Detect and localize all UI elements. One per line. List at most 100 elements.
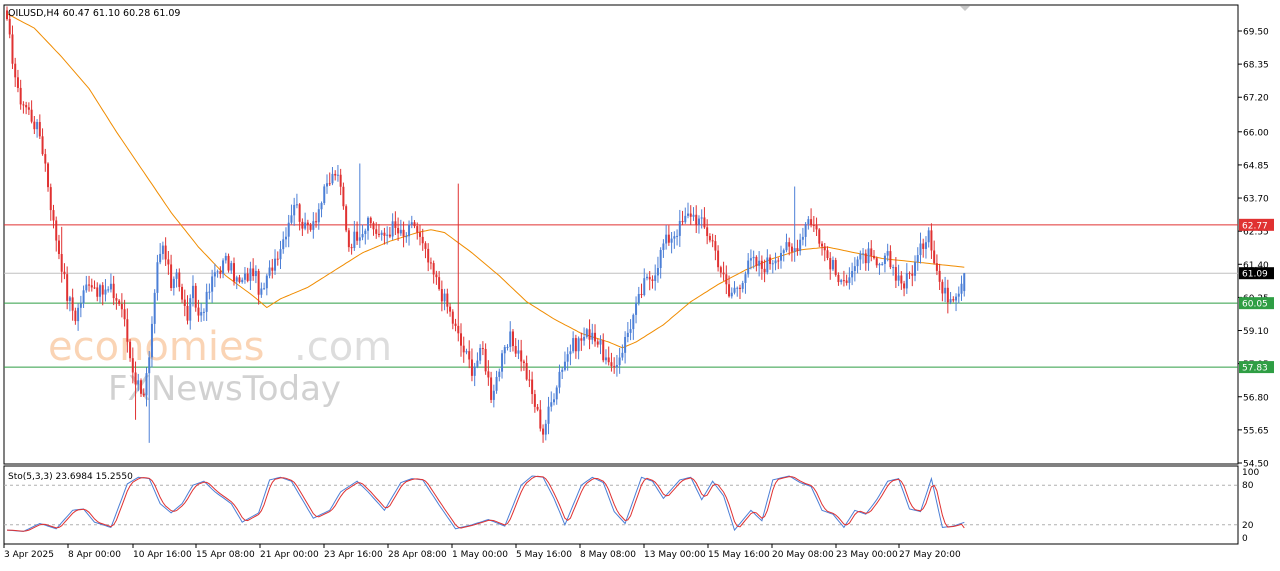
candle-body-bull (224, 255, 227, 261)
candle-body-bull (208, 291, 211, 293)
price-tick-label: 55.65 (1243, 426, 1269, 436)
candle-body-bull (886, 251, 889, 256)
candle-body-bull (79, 303, 82, 308)
candle-body-bear (594, 332, 597, 342)
time-axis: 3 Apr 2025 8 Apr 00:00 10 Apr 16:00 15 Apr … (3, 544, 961, 560)
time-tick-label: 15 Apr 08:00 (196, 550, 255, 560)
candle-body-bear (142, 393, 145, 396)
candle-body-bear (96, 287, 99, 297)
candle-body-bear (490, 377, 493, 400)
candle-body-bear (528, 379, 531, 381)
candle-body-bear (826, 250, 829, 259)
candle-body-bear (714, 241, 717, 251)
candle-body-bull (137, 380, 140, 385)
candle-body-bull (109, 283, 112, 290)
candle-body-bull (752, 256, 755, 259)
candle-body-bull (506, 346, 509, 348)
candle-body-bear (339, 174, 342, 187)
candle-body-bear (369, 217, 372, 224)
candle-body-bear (446, 293, 449, 307)
candle-body-bear (375, 229, 378, 234)
candle-body-bull (736, 287, 739, 289)
candle-body-bull (98, 285, 101, 297)
candle-body-bear (719, 267, 722, 273)
candle-body-bull (243, 273, 246, 280)
candle-body-bull (793, 248, 796, 252)
time-tick-label: 3 Apr 2025 (4, 550, 54, 560)
candle-body-bear (30, 109, 33, 122)
candle-body-bull (156, 262, 159, 293)
candle-body-bear (16, 77, 19, 88)
candle-body-bull (473, 366, 476, 376)
candle-body-bear (728, 284, 731, 297)
candle-body-bear (309, 224, 312, 230)
candle-body-bull (312, 221, 315, 230)
candle-body-bull (700, 217, 703, 219)
candle-body-bear (870, 248, 873, 256)
candle-body-bear (134, 372, 137, 385)
candle-body-bear (186, 305, 189, 321)
candle-body-bull (905, 273, 908, 289)
candle-body-bull (733, 287, 736, 293)
candle-body-bear (610, 362, 613, 367)
candle-body-bull (859, 253, 862, 260)
candle-body-bear (22, 104, 25, 106)
candle-body-bull (771, 263, 774, 265)
price-tick-label: 63.70 (1243, 195, 1269, 205)
candle-body-bear (129, 341, 132, 359)
candle-body-bull (862, 253, 865, 255)
candle-body-bear (462, 345, 465, 353)
price-tick-label: 67.20 (1243, 94, 1269, 104)
candle-body-bull (591, 332, 594, 340)
candle-body-bull (831, 260, 834, 270)
level-label: 57.83 (1242, 364, 1268, 374)
candle-body-bull (892, 267, 895, 269)
candle-body-bear (933, 250, 936, 264)
candle-body-bull (604, 357, 607, 361)
candle-body-bull (662, 243, 665, 251)
candle-body-bear (470, 359, 473, 376)
candle-body-bear (181, 286, 184, 300)
candle-body-bull (673, 236, 676, 239)
candle-body-bear (539, 409, 542, 429)
candle-body-bear (531, 379, 534, 395)
price-axis: 69.5068.3567.2066.0064.8563.7062.5561.40… (1238, 28, 1269, 470)
candle-body-bull (555, 387, 558, 400)
candle-body-bear (356, 231, 359, 241)
candle-body-bear (790, 246, 793, 252)
candle-body-bear (938, 270, 941, 282)
candle-body-bear (468, 351, 471, 360)
candle-body-bull (391, 221, 394, 237)
candle-body-bear (219, 271, 222, 274)
candle-body-bull (295, 204, 298, 206)
candle-body-bull (293, 204, 296, 216)
candle-body-bear (810, 219, 813, 225)
candle-body-bull (479, 348, 482, 361)
candle-body-bear (511, 331, 514, 347)
candle-body-bear (19, 87, 22, 105)
candle-body-bear (49, 187, 52, 211)
stochastic-scale-label: 20 (1242, 521, 1254, 531)
time-tick-label: 10 Apr 16:00 (133, 550, 192, 560)
stochastic-scale-label: 80 (1242, 481, 1254, 491)
trading-chart[interactable]: economies .com FXNewsToday 69.50 68.35 67.… (0, 0, 1280, 567)
candle-body-bull (957, 293, 960, 297)
candle-body-bull (268, 267, 271, 276)
candle-body-bull (897, 275, 900, 281)
stochastic-scale-label: 0 (1242, 534, 1248, 544)
candle-body-bull (175, 272, 178, 279)
level-label: 62.77 (1242, 221, 1268, 231)
candle-body-bull (191, 285, 194, 299)
candle-body-bull (367, 217, 370, 231)
time-tick-label: 8 Apr 00:00 (68, 550, 121, 560)
candle-body-bear (11, 34, 14, 64)
candle-body-bear (460, 333, 463, 346)
candle-body-bear (126, 319, 129, 342)
candle-body-bull (323, 186, 326, 204)
candle-body-bull (443, 293, 446, 302)
candle-body-bear (429, 262, 432, 264)
candle-body-bear (454, 323, 457, 326)
candle-body-bear (812, 224, 815, 226)
price-tick-label: 66.00 (1243, 128, 1269, 138)
candle-body-bear (427, 248, 430, 263)
